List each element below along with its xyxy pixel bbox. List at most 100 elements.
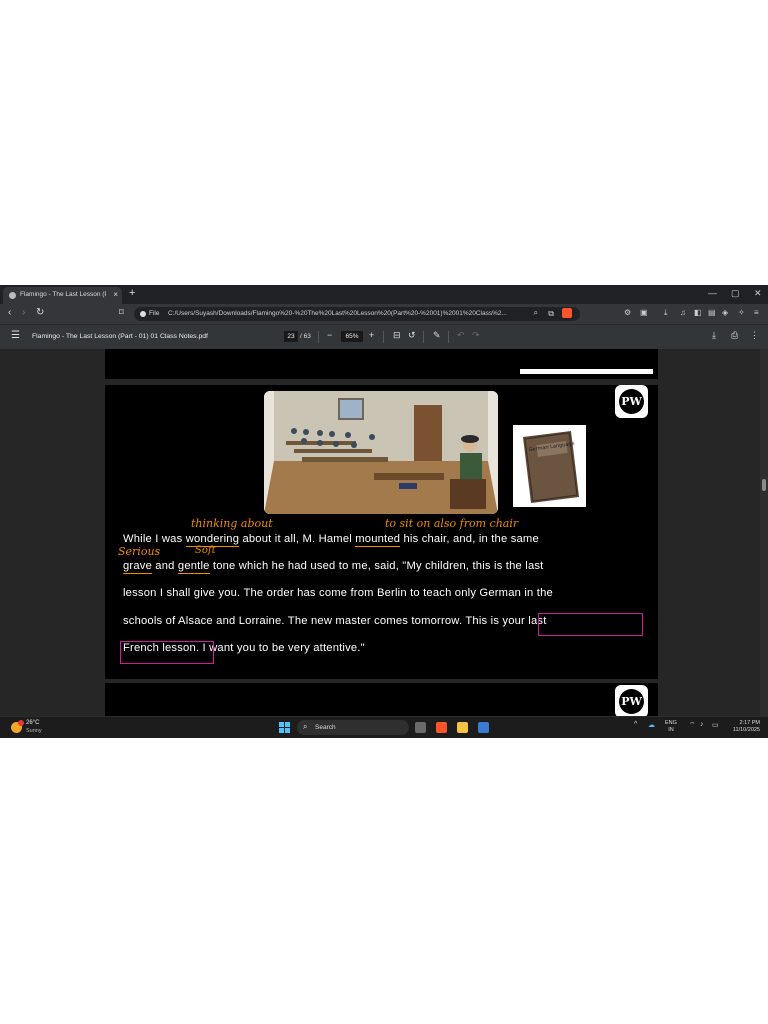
browser-tab[interactable]: Flamingo - The Last Lesson (Part × [3,287,122,304]
highlight-box [538,613,643,636]
forward-icon[interactable]: › [22,307,25,318]
browser-tab-bar: Flamingo - The Last Lesson (Part × + — ▢… [0,285,768,304]
classroom-illustration [264,391,498,514]
file-explorer-icon[interactable] [457,722,468,733]
underlined-word-grave: grave [123,560,152,574]
paragraph-line-2: grave and gentle tone which he had used … [123,560,643,574]
paragraph-line-3: lesson I shall give you. The order has c… [123,587,643,599]
vpn-icon[interactable]: ◈ [722,308,728,317]
language-code: ENG [665,720,677,726]
text-run: I want you to be very attentive." [199,642,365,654]
back-icon[interactable]: ‹ [8,307,11,318]
url-text[interactable]: C:/Users/Suyash/Downloads/Flamingo%20-%2… [168,310,524,317]
language-indicator[interactable]: ENG IN [665,720,677,734]
browser-menu-icon[interactable]: ≡ [754,308,759,317]
text-run: about it all, M. Hamel [239,533,356,545]
redo-icon[interactable]: ↷ [472,330,480,341]
region-code: IN [668,727,674,733]
divider [383,331,384,343]
wifi-icon[interactable]: ⌔ [689,721,696,730]
zoom-level-input[interactable]: 65% [341,331,363,342]
close-window-button[interactable]: ✕ [754,288,762,299]
desktop-screen: Flamingo - The Last Lesson (Part × + — ▢… [0,285,768,738]
more-options-icon[interactable]: ⋮ [750,330,759,341]
reload-icon[interactable]: ↻ [36,307,44,318]
zoom-out-button[interactable]: − [327,330,332,340]
sidebar-icon[interactable]: ◧ [694,308,702,317]
pdf-page-previous [105,349,658,379]
classroom-drawing [264,391,498,514]
annotation-serious: Serious [118,545,161,558]
page-number-input[interactable]: 23 [284,331,298,342]
leo-icon[interactable]: ✧ [738,308,745,317]
zoom-icon[interactable]: ⌕ [534,308,538,318]
windows-start-icon[interactable] [279,722,290,733]
pdf-scrollbar[interactable] [760,349,768,716]
highlight-box [120,641,214,664]
pw-logo-text: PW [619,389,644,414]
text-run: tone which he had used to me, said, "My … [209,560,544,572]
pdf-file-title: Flamingo - The Last Lesson (Part - 01) 0… [32,333,208,340]
print-icon[interactable]: ⎙ [731,330,738,341]
zoom-in-button[interactable]: + [369,330,374,340]
taskbar-search[interactable]: ⌕ Search [297,720,409,735]
pdf-toolbar: ☰ Flamingo - The Last Lesson (Part - 01)… [0,324,768,350]
browser-toolbar: ‹ › ↻ ⌑ File C:/Users/Suyash/Downloads/F… [0,304,768,324]
cloud-icon[interactable]: ☁ [648,721,655,729]
volume-icon[interactable]: ♪ [700,721,704,728]
brave-browser-icon[interactable] [436,722,447,733]
underlined-word-mounted: mounted [355,533,401,547]
text-run: lesson I shall give you. The order has c… [123,587,553,599]
new-tab-button[interactable]: + [129,287,135,299]
clock-date: 11/10/2025 [732,727,760,733]
notification-badge [18,720,24,726]
brave-shields-icon[interactable] [562,308,572,318]
scheme-label: File [149,310,160,317]
bookmark-icon[interactable]: ⌑ [119,307,124,318]
weather-condition[interactable]: Sunny [26,728,42,734]
wallet-icon[interactable]: ▤ [708,308,716,317]
pdf-download-icon[interactable]: ⤓ [712,330,716,341]
text-run: While I was [123,533,186,545]
music-icon[interactable]: ♫ [680,308,686,317]
highlighted-text: This is your last [465,615,547,627]
pdf-page-next: PW [105,683,658,716]
text-run: his chair, and, in the same [400,533,539,545]
page-decoration [520,369,653,374]
share-icon[interactable]: ⧉ [548,309,554,319]
minimize-button[interactable]: — [708,288,717,298]
search-icon: ⌕ [303,722,308,731]
windows-taskbar: 26°C Sunny ⌕ Search ^ ☁ ENG IN ⌔ ♪ ▭ 2:1… [0,716,768,738]
tray-overflow-icon[interactable]: ^ [634,721,637,728]
pw-logo: PW [615,685,648,716]
pw-logo: PW [615,385,648,418]
site-info-icon[interactable] [140,311,146,317]
annotation-to-sit: to sit on also from chair [385,517,519,530]
app-icon[interactable] [478,722,489,733]
address-bar[interactable]: File C:/Users/Suyash/Downloads/Flamingo%… [134,307,580,321]
text-run: schools of Alsace and Lorraine. The new … [123,615,466,627]
download-icon[interactable]: ⤓ [664,308,668,318]
task-view-icon[interactable] [415,722,426,733]
pdf-menu-icon[interactable]: ☰ [11,330,20,341]
page-total: / 63 [300,333,311,340]
annotation-thinking-about: thinking about [191,517,273,530]
pw-logo-text: PW [619,689,644,714]
tab-close-icon[interactable]: × [113,290,118,299]
undo-icon[interactable]: ↶ [457,330,465,341]
rotate-icon[interactable]: ↺ [408,330,416,341]
screenshot-icon[interactable]: ▣ [640,308,648,317]
text-run: and [152,560,178,572]
weather-temperature[interactable]: 26°C [26,720,39,726]
underlined-word-wondering: wondering [185,533,240,547]
extension-icon[interactable]: ⚙ [624,308,631,317]
maximize-button[interactable]: ▢ [731,288,740,299]
tab-title: Flamingo - The Last Lesson (Part [20,291,106,298]
battery-icon[interactable]: ▭ [712,721,719,729]
annotate-icon[interactable]: ✎ [433,330,441,341]
pdf-viewport[interactable]: German Language PW thinking about to sit… [0,349,768,716]
system-clock[interactable]: 2:17 PM 11/10/2025 [727,720,760,734]
fit-page-icon[interactable]: ⊟ [393,330,401,341]
scrollbar-thumb[interactable] [762,479,766,491]
divider [423,331,424,343]
